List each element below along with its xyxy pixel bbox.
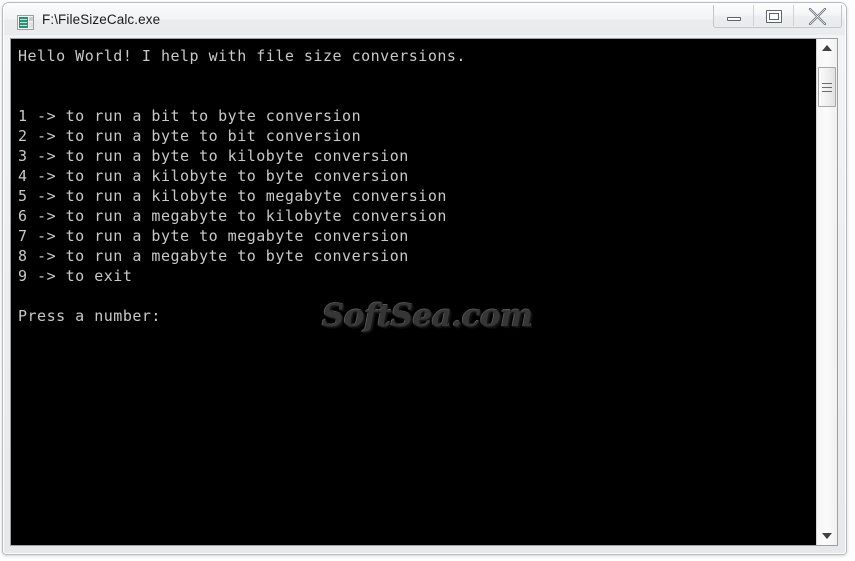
scrollbar-grip-icon	[822, 83, 832, 84]
window-controls	[713, 5, 842, 28]
app-icon-lines	[20, 19, 27, 20]
app-icon-block-bottom	[29, 22, 33, 28]
console-app-icon	[17, 15, 34, 30]
scrollbar-track[interactable]	[817, 57, 837, 527]
app-icon-block-top	[29, 17, 33, 21]
chevron-up-icon	[822, 45, 832, 51]
close-icon	[808, 8, 827, 25]
console-text: Hello World! I help with file size conve…	[18, 47, 466, 325]
maximize-button[interactable]	[754, 5, 794, 26]
vertical-scrollbar[interactable]	[816, 39, 837, 545]
title-bar[interactable]: F:\FileSizeCalc.exe	[4, 4, 845, 35]
restore-icon	[766, 10, 782, 23]
console-output[interactable]: Hello World! I help with file size conve…	[11, 39, 817, 545]
scroll-down-arrow[interactable]	[817, 527, 837, 545]
minimize-button[interactable]	[714, 5, 754, 26]
console-client-area: Hello World! I help with file size conve…	[10, 38, 838, 546]
window-title: F:\FileSizeCalc.exe	[42, 12, 161, 27]
scroll-up-arrow[interactable]	[817, 39, 837, 57]
minimize-icon	[727, 17, 741, 21]
close-button[interactable]	[794, 5, 841, 26]
console-window: F:\FileSizeCalc.exe Hello World! I help …	[2, 2, 847, 555]
scrollbar-thumb[interactable]	[818, 67, 836, 107]
chevron-down-icon	[822, 533, 832, 539]
